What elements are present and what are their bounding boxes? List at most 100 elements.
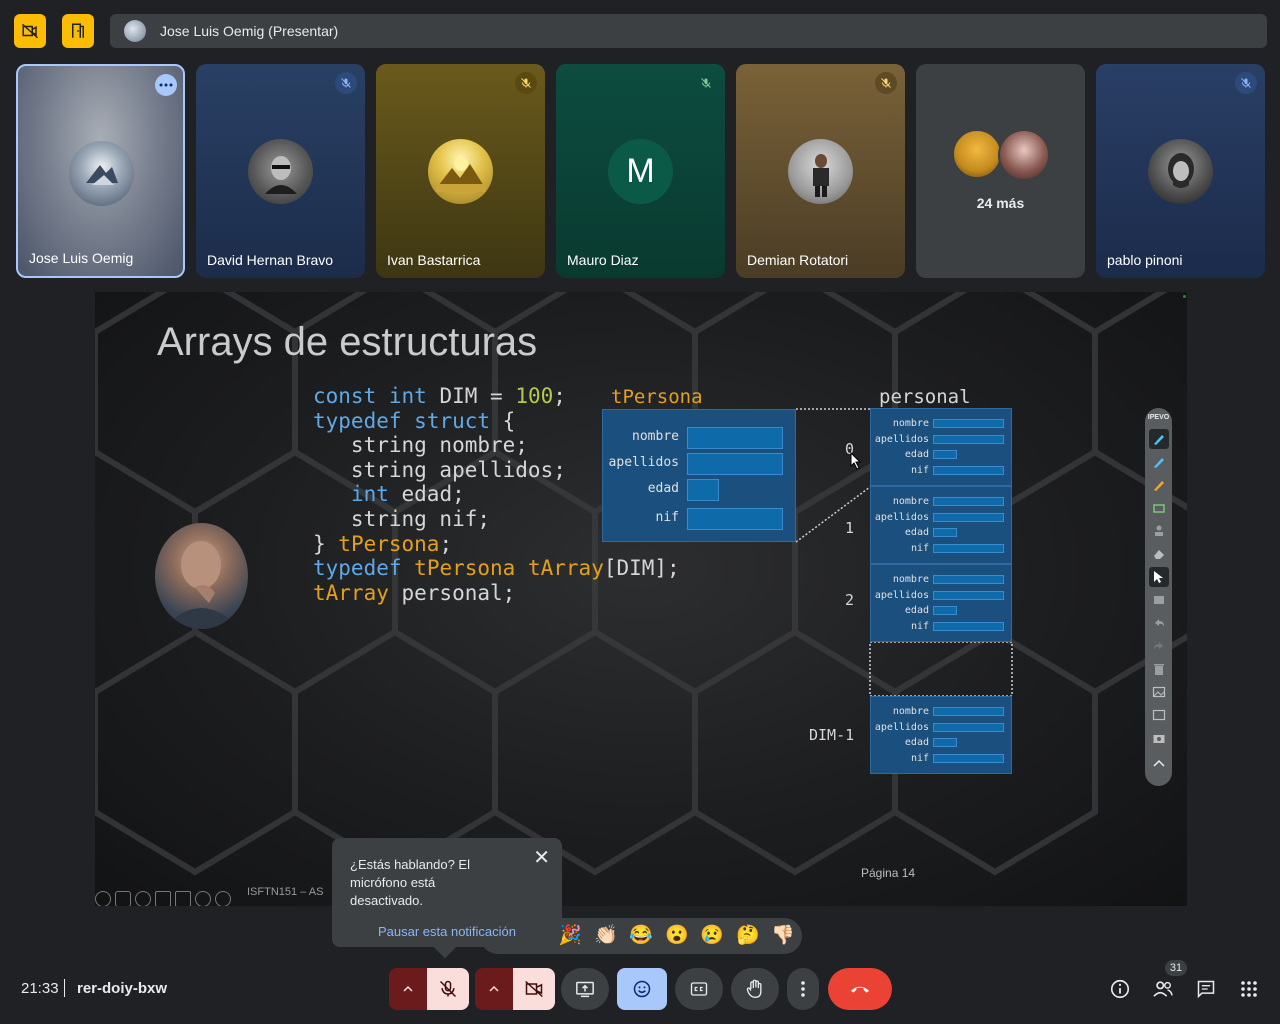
- field-label: nombre: [892, 574, 929, 585]
- undo-icon[interactable]: [1149, 613, 1169, 633]
- divider: [64, 979, 65, 997]
- camera-icon[interactable]: [175, 891, 191, 906]
- door-icon: [72, 23, 84, 38]
- reaction-laugh-icon[interactable]: 😂: [629, 926, 653, 946]
- field-bar: [933, 435, 1004, 444]
- presenter-label: Jose Luis Oemig (Presentar): [160, 23, 339, 39]
- leave-room-button[interactable]: [62, 14, 94, 48]
- video-options-button[interactable]: [475, 968, 513, 1010]
- captions-button[interactable]: [675, 968, 723, 1010]
- more-options-icon[interactable]: [155, 74, 177, 96]
- layers-icon[interactable]: [1149, 590, 1169, 610]
- field-bar: [933, 544, 1004, 553]
- reaction-thinking-icon[interactable]: 🤔: [736, 926, 760, 946]
- reactions-button[interactable]: [617, 968, 667, 1010]
- present-icon: [576, 981, 594, 998]
- array-index: DIM-1: [809, 726, 855, 744]
- hide-video-button[interactable]: [14, 14, 46, 48]
- array-index: 1: [845, 519, 855, 537]
- highlighter-icon[interactable]: [1149, 475, 1169, 495]
- pointer-icon[interactable]: [1148, 566, 1169, 587]
- mic-muted-notification: ¿Estás hablando? El micrófono está desac…: [332, 838, 562, 959]
- slide-nav-controls[interactable]: [95, 891, 231, 906]
- redo-icon[interactable]: [1149, 636, 1169, 656]
- pen-icon[interactable]: [1149, 452, 1169, 472]
- page-number: Página 14: [861, 866, 916, 880]
- meeting-info-button[interactable]: [1108, 977, 1132, 1001]
- connector-lines: [795, 408, 1013, 697]
- captions-icon[interactable]: [155, 891, 171, 906]
- toast-pointer: [433, 935, 457, 959]
- eraser-icon[interactable]: [1149, 544, 1169, 564]
- more-options-button[interactable]: [787, 968, 819, 1010]
- people-button[interactable]: [1151, 977, 1175, 1001]
- field-label: nombre: [892, 706, 929, 717]
- chat-button[interactable]: [1194, 977, 1218, 1001]
- participant-name: Ivan Bastarrica: [387, 252, 481, 268]
- avatar: [952, 129, 1002, 179]
- reaction-surprised-icon[interactable]: 😮: [665, 926, 689, 946]
- reaction-sad-icon[interactable]: 😢: [700, 926, 724, 946]
- ipevo-toolbar: IPEVO: [1145, 408, 1172, 786]
- emoji-icon: [633, 980, 651, 998]
- participant-name: pablo pinoni: [1107, 252, 1183, 268]
- close-icon[interactable]: ✕: [533, 848, 550, 868]
- zoom-icon[interactable]: [135, 891, 151, 906]
- camera-toggle-button[interactable]: [513, 968, 555, 1010]
- prev-slide-icon[interactable]: [95, 891, 111, 906]
- image-icon[interactable]: [1149, 682, 1169, 702]
- participant-tile[interactable]: David Hernan Bravo: [196, 64, 365, 278]
- current-time: 21:33: [21, 980, 59, 997]
- reaction-thumbs-down-icon[interactable]: 👎🏻: [771, 926, 795, 946]
- field-bar: [933, 738, 957, 747]
- collapse-icon[interactable]: [1149, 753, 1169, 773]
- avatar: [428, 139, 493, 204]
- avatar: [998, 129, 1050, 181]
- participant-tile[interactable]: Jose Luis Oemig: [16, 64, 185, 278]
- rectangle-icon[interactable]: [1149, 498, 1169, 518]
- annotate-icon[interactable]: [1148, 428, 1169, 449]
- struct-diagram: nombre apellidos edad nif: [602, 409, 796, 542]
- apps-grid-icon: [1241, 981, 1257, 997]
- reaction-clap-icon[interactable]: 👏🏻: [594, 926, 618, 946]
- pen-icon[interactable]: [115, 891, 131, 906]
- more-participants-tile[interactable]: 24 más: [916, 64, 1085, 278]
- present-screen-button[interactable]: [561, 968, 609, 1010]
- mic-off-icon: [695, 72, 717, 94]
- more-icon[interactable]: [195, 891, 211, 906]
- field-label: apellidos: [874, 722, 929, 733]
- activities-button[interactable]: [1237, 977, 1261, 1001]
- field-bar: [933, 450, 957, 459]
- participant-tile[interactable]: pablo pinoni: [1096, 64, 1265, 278]
- mic-toggle-button[interactable]: [427, 968, 469, 1010]
- leave-call-button[interactable]: [828, 968, 892, 1010]
- chevron-up-icon: [403, 986, 413, 992]
- field-label: apellidos: [874, 512, 929, 523]
- stamp-icon[interactable]: [1149, 521, 1169, 541]
- chat-icon: [1197, 980, 1215, 999]
- avatar: [69, 141, 134, 206]
- mic-off-icon: [875, 72, 897, 94]
- trash-icon[interactable]: [1149, 659, 1169, 679]
- participant-name: Jose Luis Oemig: [29, 250, 134, 266]
- next-slide-icon[interactable]: [215, 891, 231, 906]
- participant-tile[interactable]: Demian Rotatori: [736, 64, 905, 278]
- raise-hand-button[interactable]: [731, 968, 779, 1010]
- mouse-cursor-icon: [850, 452, 862, 470]
- field-bar: [933, 707, 1004, 716]
- participant-tile[interactable]: Ivan Bastarrica: [376, 64, 545, 278]
- field-bar: [933, 513, 1004, 522]
- camera-icon[interactable]: [1149, 728, 1169, 748]
- meeting-code: rer-doiy-bxw: [77, 980, 168, 997]
- video-off-icon: [525, 980, 543, 998]
- field-label: apellidos: [874, 434, 929, 445]
- audio-options-button[interactable]: [389, 968, 427, 1010]
- participant-tile[interactable]: M Mauro Diaz: [556, 64, 725, 278]
- field-label: apellidos: [608, 455, 679, 470]
- avatar: [788, 139, 853, 204]
- field-bar: [687, 427, 783, 449]
- field-label: apellidos: [874, 590, 929, 601]
- field-label: nombre: [892, 496, 929, 507]
- presenter-bar[interactable]: Jose Luis Oemig (Presentar): [110, 14, 1267, 48]
- gallery-icon[interactable]: [1149, 705, 1169, 725]
